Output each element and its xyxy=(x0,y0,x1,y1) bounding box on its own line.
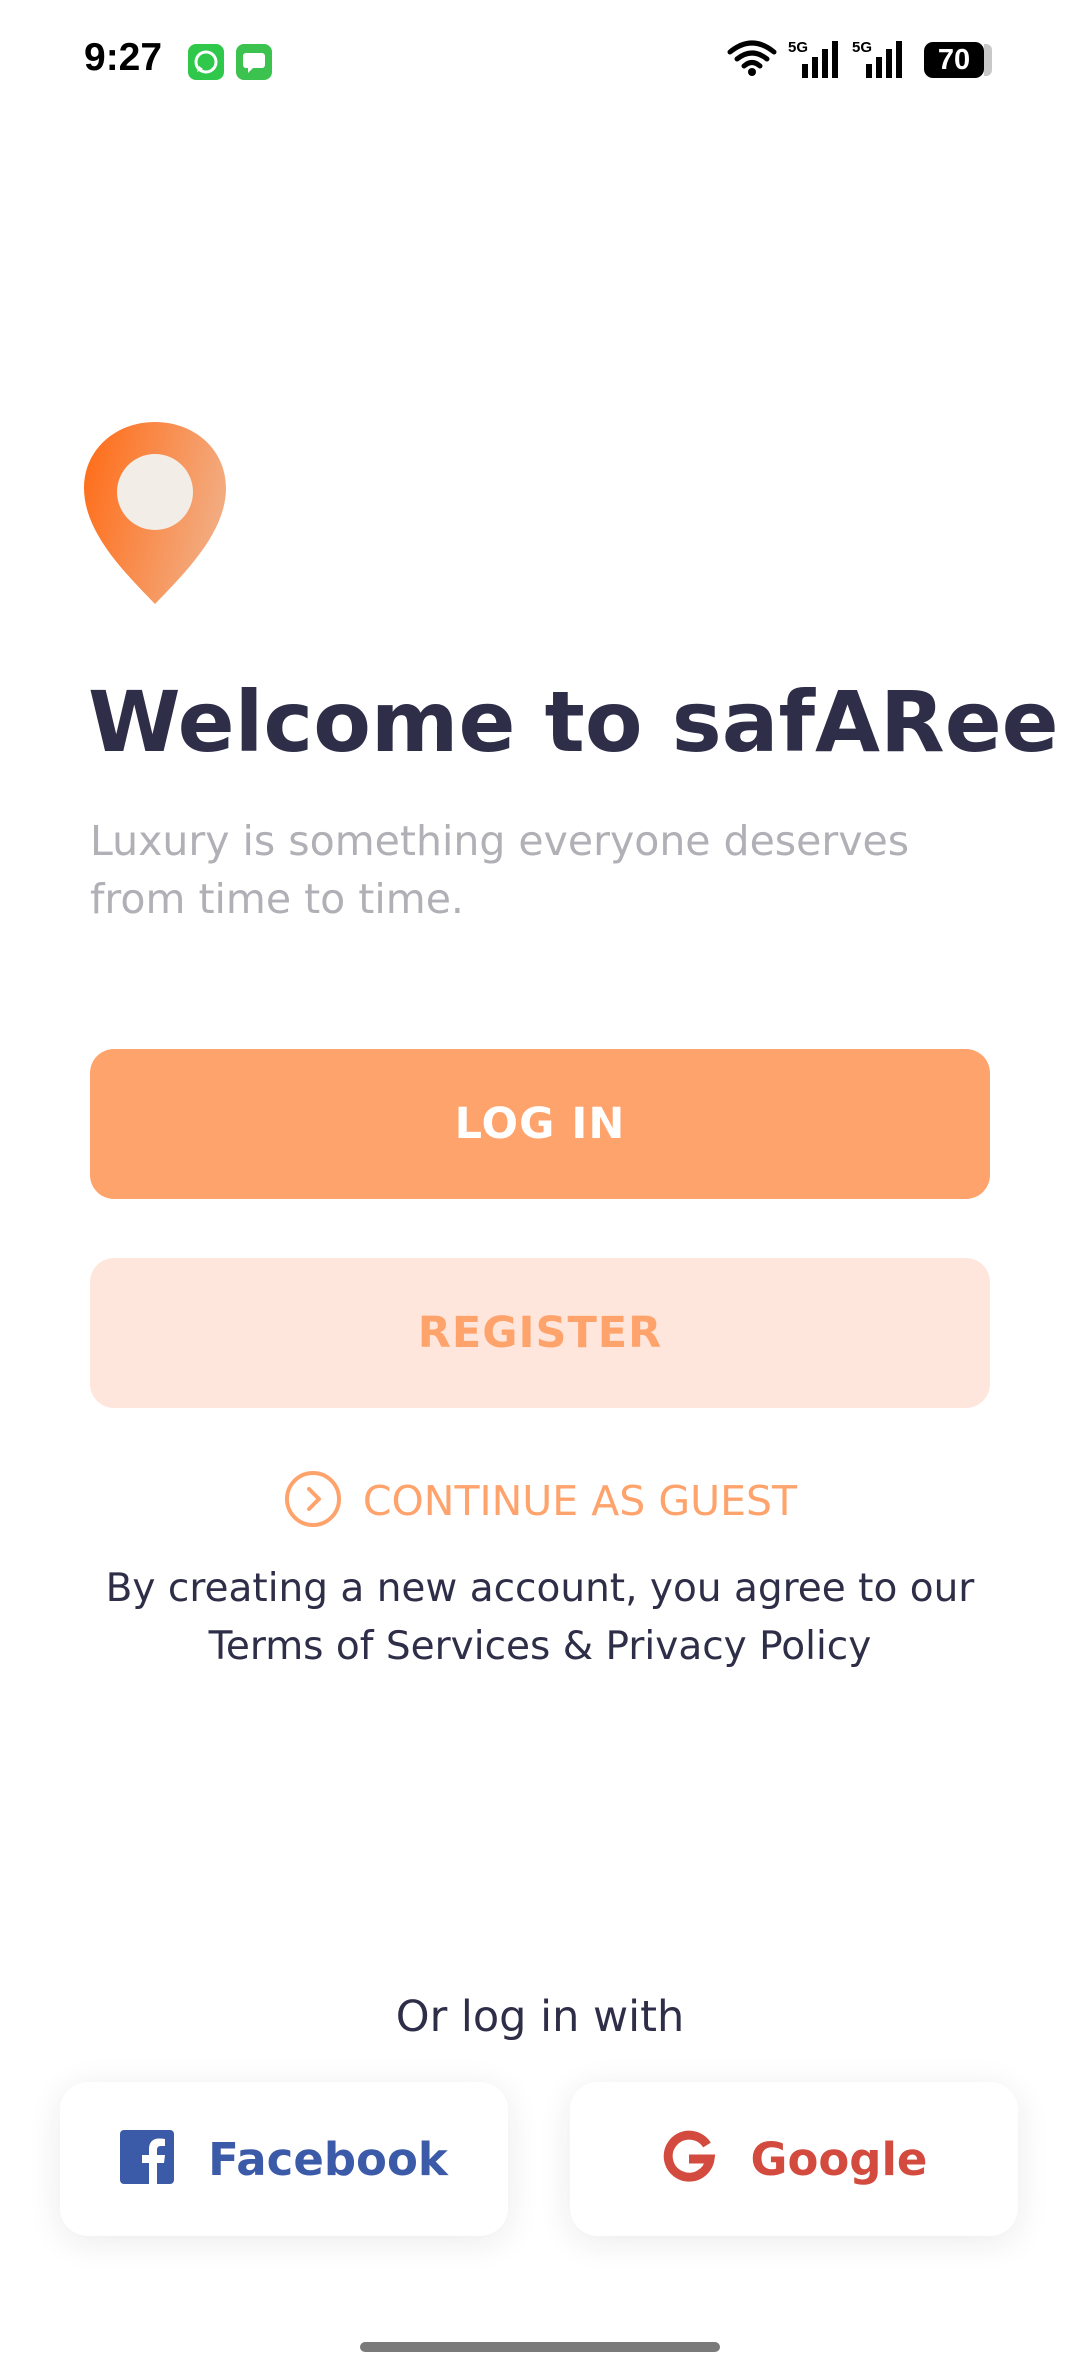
status-bar: 9:27 5G 5G 70 xyxy=(0,0,1080,120)
google-login-button[interactable]: Google xyxy=(570,2082,1018,2236)
continue-as-guest-label: CONTINUE AS GUEST xyxy=(362,1477,798,1525)
battery-tip xyxy=(984,44,992,76)
status-time: 9:27 xyxy=(84,36,163,79)
page-title: Welcome to safARee xyxy=(88,673,1059,771)
chevron-right-circle-icon xyxy=(283,1469,343,1533)
facebook-label: Facebook xyxy=(208,2132,448,2186)
battery-level: 70 xyxy=(937,44,971,76)
network-type-label-2: 5G xyxy=(852,39,872,56)
location-pin-logo-icon xyxy=(82,420,228,610)
messages-icon xyxy=(236,44,272,80)
whatsapp-icon xyxy=(188,44,224,80)
facebook-login-button[interactable]: Facebook xyxy=(60,2082,508,2236)
network-type-label-1: 5G xyxy=(788,39,808,56)
google-icon xyxy=(661,2129,717,2189)
facebook-icon xyxy=(120,2130,175,2188)
terms-notice: By creating a new account, you agree to … xyxy=(105,1566,975,1669)
google-label: Google xyxy=(750,2132,928,2186)
battery-icon: 70 xyxy=(924,42,984,78)
page-subtitle: Luxury is something everyone deserves fr… xyxy=(90,817,910,923)
register-button[interactable]: REGISTER xyxy=(90,1258,990,1408)
cellular-signal-icon-1: 5G xyxy=(788,38,840,84)
wifi-icon xyxy=(726,38,778,82)
login-button[interactable]: LOG IN xyxy=(90,1049,990,1199)
continue-as-guest-link[interactable]: CONTINUE AS GUEST xyxy=(0,1466,1080,1536)
social-login-heading: Or log in with xyxy=(395,1992,685,2042)
home-indicator[interactable] xyxy=(360,2342,720,2352)
cellular-signal-icon-2: 5G xyxy=(852,38,904,84)
